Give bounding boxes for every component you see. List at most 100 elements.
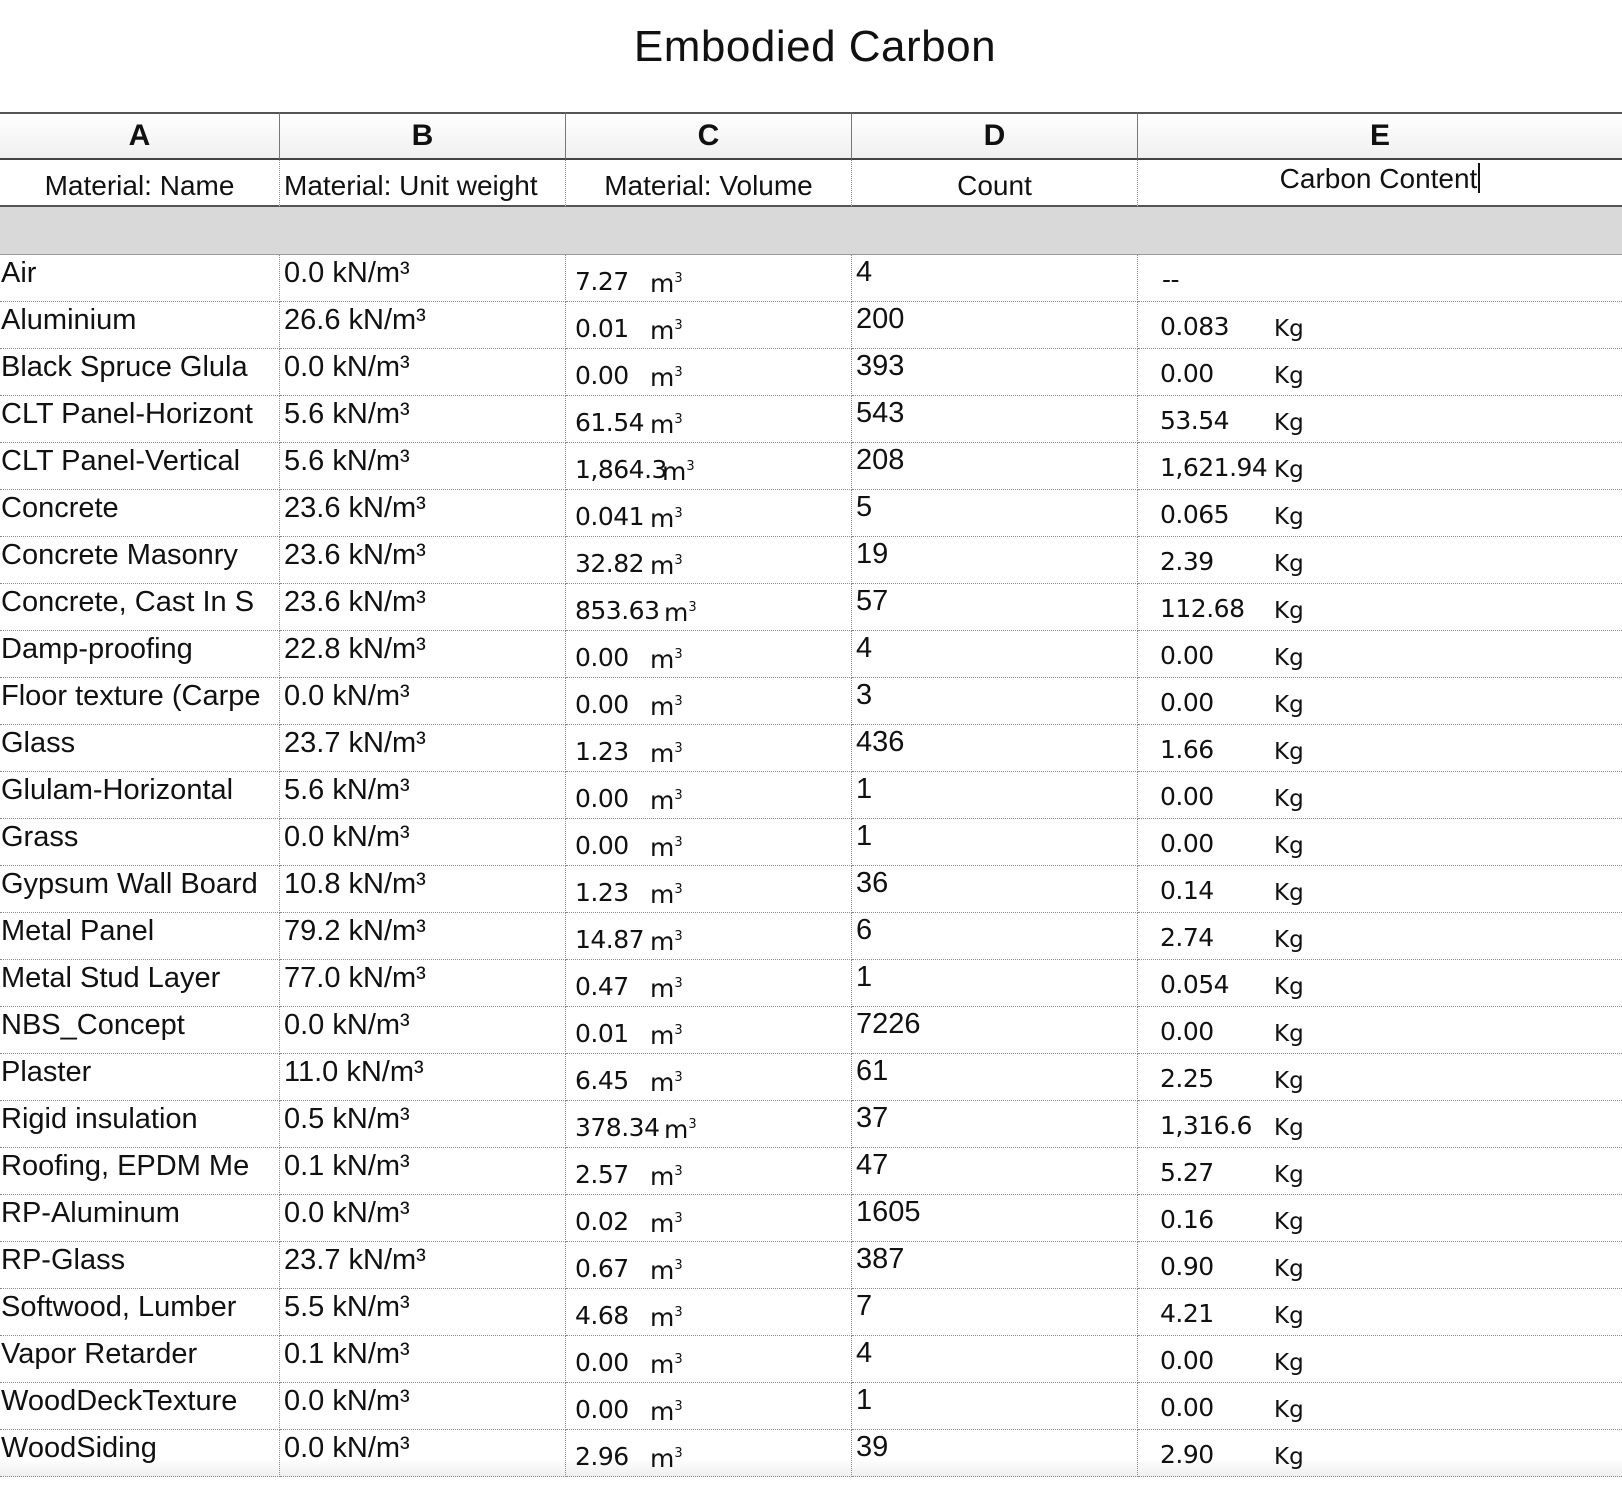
cell-count[interactable]: 4: [852, 631, 1138, 678]
cell-volume[interactable]: 1.23 m3: [566, 866, 852, 913]
cell-material-name[interactable]: Gypsum Wall Board: [0, 866, 280, 913]
cell-unit-weight[interactable]: 26.6 kN/m³: [280, 302, 566, 349]
cell-carbon-content[interactable]: 0.00 Kg: [1138, 1007, 1622, 1054]
cell-carbon-content[interactable]: 2.90 Kg: [1138, 1430, 1622, 1477]
cell-count[interactable]: 6: [852, 913, 1138, 960]
table-row[interactable]: Black Spruce Glula 0.0 kN/m³ 0.00 m3 393 0.00…: [0, 349, 1622, 396]
cell-unit-weight[interactable]: 23.6 kN/m³: [280, 490, 566, 537]
cell-volume[interactable]: 14.87 m3: [566, 913, 852, 960]
cell-carbon-content[interactable]: 2.39 Kg: [1138, 537, 1622, 584]
cell-unit-weight[interactable]: 23.6 kN/m³: [280, 584, 566, 631]
cell-volume[interactable]: 61.54 m3: [566, 396, 852, 443]
cell-material-name[interactable]: Metal Panel: [0, 913, 280, 960]
cell-material-name[interactable]: Glass: [0, 725, 280, 772]
cell-volume[interactable]: 32.82 m3: [566, 537, 852, 584]
cell-volume[interactable]: 0.47 m3: [566, 960, 852, 1007]
column-header-c[interactable]: C: [566, 112, 852, 160]
cell-carbon-content[interactable]: 0.14 Kg: [1138, 866, 1622, 913]
cell-material-name[interactable]: Aluminium: [0, 302, 280, 349]
cell-count[interactable]: 61: [852, 1054, 1138, 1101]
cell-count[interactable]: 37: [852, 1101, 1138, 1148]
cell-volume[interactable]: 2.96 m3: [566, 1430, 852, 1477]
cell-carbon-content[interactable]: 0.90 Kg: [1138, 1242, 1622, 1289]
column-header-a[interactable]: A: [0, 112, 280, 160]
cell-count[interactable]: 4: [852, 255, 1138, 302]
cell-volume[interactable]: 1,864.3 m3: [566, 443, 852, 490]
table-row[interactable]: Softwood, Lumber 5.5 kN/m³ 4.68 m3 7 4.21 Kg: [0, 1289, 1622, 1336]
table-row[interactable]: Glulam-Horizontal 5.6 kN/m³ 0.00 m3 1 0.00 Kg: [0, 772, 1622, 819]
cell-material-name[interactable]: Black Spruce Glula: [0, 349, 280, 396]
cell-unit-weight[interactable]: 0.0 kN/m³: [280, 349, 566, 396]
cell-unit-weight[interactable]: 79.2 kN/m³: [280, 913, 566, 960]
cell-material-name[interactable]: Air: [0, 255, 280, 302]
cell-volume[interactable]: 0.01 m3: [566, 1007, 852, 1054]
cell-volume[interactable]: 0.00 m3: [566, 1336, 852, 1383]
table-row[interactable]: Rigid insulation 0.5 kN/m³ 378.34 m3 37 1,316…: [0, 1101, 1622, 1148]
cell-unit-weight[interactable]: 0.5 kN/m³: [280, 1101, 566, 1148]
cell-count[interactable]: 5: [852, 490, 1138, 537]
cell-unit-weight[interactable]: 10.8 kN/m³: [280, 866, 566, 913]
cell-material-name[interactable]: Floor texture (Carpe: [0, 678, 280, 725]
table-row[interactable]: Concrete, Cast In S 23.6 kN/m³ 853.63 m3 57 1…: [0, 584, 1622, 631]
column-header-e[interactable]: E: [1138, 112, 1622, 160]
cell-unit-weight[interactable]: 0.0 kN/m³: [280, 678, 566, 725]
cell-count[interactable]: 4: [852, 1336, 1138, 1383]
cell-material-name[interactable]: WoodSiding: [0, 1430, 280, 1477]
cell-material-name[interactable]: Glulam-Horizontal: [0, 772, 280, 819]
cell-material-name[interactable]: RP-Aluminum: [0, 1195, 280, 1242]
cell-carbon-content[interactable]: 0.16 Kg: [1138, 1195, 1622, 1242]
cell-unit-weight[interactable]: 22.8 kN/m³: [280, 631, 566, 678]
table-row[interactable]: Metal Panel 79.2 kN/m³ 14.87 m3 6 2.74 Kg: [0, 913, 1622, 960]
cell-unit-weight[interactable]: 0.1 kN/m³: [280, 1148, 566, 1195]
cell-count[interactable]: 3: [852, 678, 1138, 725]
cell-unit-weight[interactable]: 5.6 kN/m³: [280, 443, 566, 490]
cell-count[interactable]: 1605: [852, 1195, 1138, 1242]
cell-material-name[interactable]: Vapor Retarder: [0, 1336, 280, 1383]
cell-carbon-content[interactable]: 0.065 Kg: [1138, 490, 1622, 537]
cell-carbon-content[interactable]: 0.00 Kg: [1138, 772, 1622, 819]
field-header-count[interactable]: Count: [852, 160, 1138, 207]
cell-volume[interactable]: 0.041 m3: [566, 490, 852, 537]
cell-carbon-content[interactable]: 5.27 Kg: [1138, 1148, 1622, 1195]
cell-carbon-content[interactable]: 1,316.6 Kg: [1138, 1101, 1622, 1148]
cell-volume[interactable]: 378.34 m3: [566, 1101, 852, 1148]
cell-unit-weight[interactable]: 5.5 kN/m³: [280, 1289, 566, 1336]
cell-volume[interactable]: 0.00 m3: [566, 678, 852, 725]
cell-volume[interactable]: 853.63 m3: [566, 584, 852, 631]
cell-unit-weight[interactable]: 0.0 kN/m³: [280, 1430, 566, 1477]
cell-material-name[interactable]: CLT Panel-Horizont: [0, 396, 280, 443]
cell-carbon-content[interactable]: 0.00 Kg: [1138, 1383, 1622, 1430]
cell-carbon-content[interactable]: 0.083 Kg: [1138, 302, 1622, 349]
column-header-d[interactable]: D: [852, 112, 1138, 160]
table-row[interactable]: CLT Panel-Vertical 5.6 kN/m³ 1,864.3 m3 208 1…: [0, 443, 1622, 490]
cell-carbon-content[interactable]: 0.00 Kg: [1138, 819, 1622, 866]
table-row[interactable]: Vapor Retarder 0.1 kN/m³ 0.00 m3 4 0.00 Kg: [0, 1336, 1622, 1383]
cell-count[interactable]: 436: [852, 725, 1138, 772]
cell-volume[interactable]: 1.23 m3: [566, 725, 852, 772]
cell-unit-weight[interactable]: 0.1 kN/m³: [280, 1336, 566, 1383]
table-row[interactable]: Aluminium 26.6 kN/m³ 0.01 m3 200 0.083 Kg: [0, 302, 1622, 349]
cell-material-name[interactable]: Grass: [0, 819, 280, 866]
cell-unit-weight[interactable]: 23.7 kN/m³: [280, 1242, 566, 1289]
cell-volume[interactable]: 0.01 m3: [566, 302, 852, 349]
cell-carbon-content[interactable]: 2.25 Kg: [1138, 1054, 1622, 1101]
table-row[interactable]: RP-Aluminum 0.0 kN/m³ 0.02 m3 1605 0.16 Kg: [0, 1195, 1622, 1242]
cell-volume[interactable]: 0.00 m3: [566, 772, 852, 819]
cell-count[interactable]: 1: [852, 772, 1138, 819]
field-header-material-name[interactable]: Material: Name: [0, 160, 280, 207]
cell-count[interactable]: 57: [852, 584, 1138, 631]
cell-material-name[interactable]: WoodDeckTexture: [0, 1383, 280, 1430]
cell-material-name[interactable]: Softwood, Lumber: [0, 1289, 280, 1336]
cell-material-name[interactable]: CLT Panel-Vertical: [0, 443, 280, 490]
cell-count[interactable]: 208: [852, 443, 1138, 490]
cell-material-name[interactable]: Damp-proofing: [0, 631, 280, 678]
cell-count[interactable]: 7: [852, 1289, 1138, 1336]
cell-material-name[interactable]: Rigid insulation: [0, 1101, 280, 1148]
table-row[interactable]: Grass 0.0 kN/m³ 0.00 m3 1 0.00 Kg: [0, 819, 1622, 866]
cell-carbon-content[interactable]: 0.00 Kg: [1138, 1336, 1622, 1383]
cell-material-name[interactable]: Concrete Masonry: [0, 537, 280, 584]
cell-count[interactable]: 19: [852, 537, 1138, 584]
table-row[interactable]: CLT Panel-Horizont 5.6 kN/m³ 61.54 m3 543 53.…: [0, 396, 1622, 443]
cell-carbon-content[interactable]: --: [1138, 255, 1622, 302]
cell-volume[interactable]: 7.27 m3: [566, 255, 852, 302]
